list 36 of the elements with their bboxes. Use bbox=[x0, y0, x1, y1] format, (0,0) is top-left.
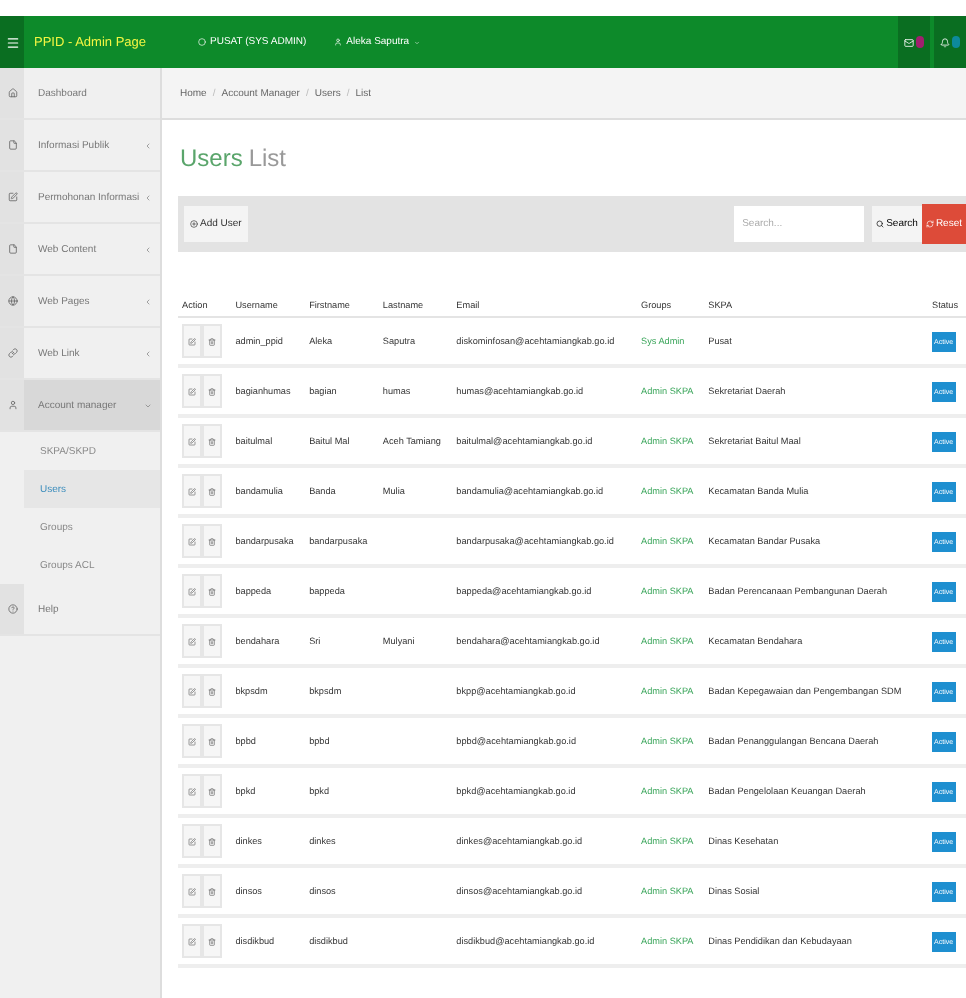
edit-icon[interactable] bbox=[182, 874, 202, 908]
edit-icon[interactable] bbox=[182, 424, 202, 458]
edit-icon[interactable] bbox=[182, 524, 202, 558]
refresh-icon bbox=[925, 220, 934, 228]
edit-icon[interactable] bbox=[182, 924, 202, 958]
circle-icon bbox=[198, 38, 206, 46]
edit-icon[interactable] bbox=[182, 624, 202, 658]
edit-icon[interactable] bbox=[182, 324, 202, 358]
edit-icon[interactable] bbox=[182, 474, 202, 508]
trash-icon[interactable] bbox=[202, 424, 222, 458]
trash-icon[interactable] bbox=[202, 474, 222, 508]
trash-icon[interactable] bbox=[202, 824, 222, 858]
menu-icon[interactable] bbox=[0, 16, 24, 68]
trash-icon[interactable] bbox=[202, 624, 222, 658]
edit-icon[interactable] bbox=[182, 674, 202, 708]
trash-icon[interactable] bbox=[202, 374, 222, 408]
mail-icon[interactable] bbox=[898, 16, 930, 68]
trash-icon[interactable] bbox=[202, 924, 222, 958]
edit-icon[interactable] bbox=[182, 774, 202, 808]
trash-icon[interactable] bbox=[202, 324, 222, 358]
page-title: Users bbox=[180, 144, 243, 172]
trash-icon[interactable] bbox=[202, 774, 222, 808]
edit-icon[interactable] bbox=[182, 574, 202, 608]
trash-icon[interactable] bbox=[202, 874, 222, 908]
page-subtitle: List bbox=[248, 144, 287, 172]
bell-icon[interactable] bbox=[934, 16, 966, 68]
search-icon bbox=[876, 220, 885, 228]
edit-icon[interactable] bbox=[182, 824, 202, 858]
user-icon bbox=[334, 38, 343, 46]
trash-icon[interactable] bbox=[202, 574, 222, 608]
trash-icon[interactable] bbox=[202, 674, 222, 708]
edit-icon[interactable] bbox=[182, 374, 202, 408]
plus-icon bbox=[190, 220, 198, 228]
edit-icon[interactable] bbox=[182, 724, 202, 758]
trash-icon[interactable] bbox=[202, 524, 222, 558]
trash-icon[interactable] bbox=[202, 724, 222, 758]
